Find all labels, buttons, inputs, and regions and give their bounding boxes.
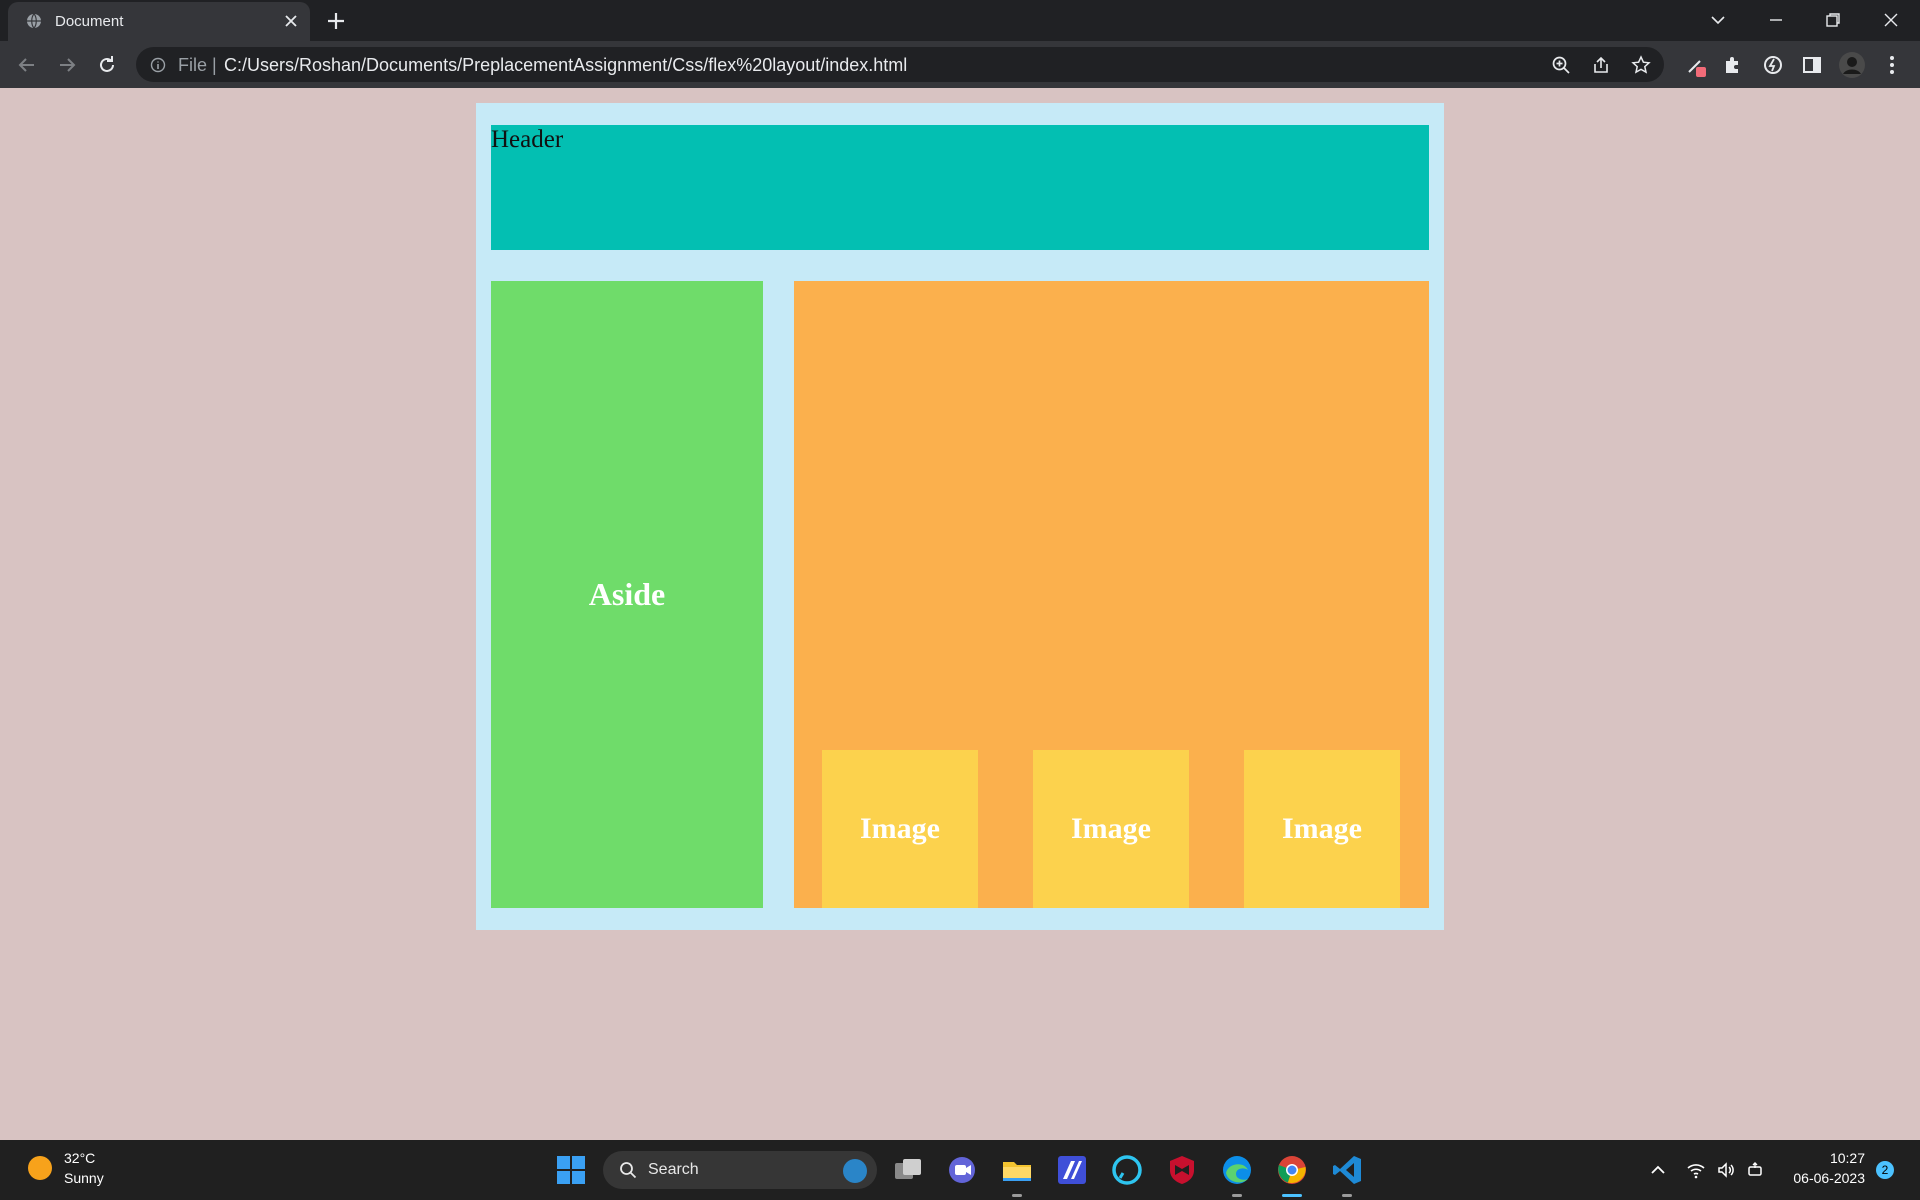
search-icon [620, 1162, 637, 1179]
clock-time[interactable]: 10:27 [1830, 1150, 1865, 1166]
bing-icon[interactable] [843, 1159, 867, 1183]
browser-toolbar: File | C:/Users/Roshan/Documents/Preplac… [0, 41, 1920, 88]
forward-icon[interactable] [55, 53, 79, 77]
image-tile-label: Image [860, 812, 940, 845]
vector-app-icon[interactable] [1055, 1153, 1089, 1187]
vscode-icon[interactable] [1330, 1153, 1364, 1187]
sun-icon[interactable] [28, 1156, 52, 1180]
menu-kebab-icon[interactable] [1880, 53, 1904, 77]
pen-extension-icon[interactable] [1684, 53, 1708, 77]
info-icon[interactable] [150, 57, 166, 73]
scheme-separator: | [212, 55, 217, 75]
address-bar[interactable]: File | C:/Users/Roshan/Documents/Preplac… [136, 47, 1664, 82]
share-icon[interactable] [1591, 55, 1611, 75]
taskbar-search[interactable]: Search [603, 1151, 877, 1189]
alexa-icon[interactable] [1110, 1153, 1144, 1187]
taskbar: 32°C Sunny Search 10:27 06-06-2023 2 [0, 1140, 1920, 1200]
close-window-icon[interactable] [1880, 9, 1902, 31]
restore-icon[interactable] [1822, 9, 1844, 31]
close-icon[interactable] [283, 13, 299, 29]
performance-icon[interactable] [1761, 53, 1785, 77]
tab-title: Document [55, 13, 124, 30]
zoom-icon[interactable] [1551, 55, 1571, 75]
wifi-icon[interactable] [1686, 1160, 1706, 1180]
weather-condition[interactable]: Sunny [64, 1170, 104, 1186]
aside-text: Aside [588, 576, 666, 612]
reload-icon[interactable] [95, 53, 119, 77]
profile-avatar[interactable] [1838, 51, 1866, 79]
header-text: Header [491, 126, 564, 153]
windows-start-icon[interactable] [556, 1155, 586, 1185]
image-tile: Image [822, 750, 978, 908]
globe-icon [27, 13, 41, 29]
weather-temp[interactable]: 32°C [64, 1150, 95, 1166]
mcafee-icon[interactable] [1165, 1153, 1199, 1187]
active-indicator [1282, 1194, 1302, 1197]
battery-icon[interactable] [1746, 1160, 1766, 1180]
back-icon[interactable] [15, 53, 39, 77]
image-tile-label: Image [1282, 812, 1362, 845]
task-view-icon[interactable] [891, 1153, 925, 1187]
volume-icon[interactable] [1716, 1160, 1736, 1180]
tab-strip: Document [0, 0, 1920, 41]
aside-panel: Aside [491, 281, 763, 908]
running-indicator [1232, 1194, 1242, 1197]
running-indicator [1012, 1194, 1022, 1197]
scheme-label: File [178, 55, 208, 75]
chat-icon[interactable] [945, 1153, 979, 1187]
browser-tab[interactable]: Document [8, 2, 310, 41]
bookmark-star-icon[interactable] [1631, 55, 1651, 75]
edge-icon[interactable] [1220, 1153, 1254, 1187]
clock-date[interactable]: 06-06-2023 [1793, 1170, 1865, 1186]
url-text[interactable]: C:/Users/Roshan/Documents/PreplacementAs… [224, 55, 907, 76]
chevron-up-icon[interactable] [1648, 1160, 1668, 1180]
notification-badge[interactable]: 2 [1876, 1161, 1894, 1179]
layout-container: Header Aside Image Image Image [476, 103, 1444, 930]
main-section: Image Image Image [794, 281, 1429, 908]
image-tile: Image [1244, 750, 1400, 908]
extensions-puzzle-icon[interactable] [1721, 53, 1745, 77]
running-indicator [1342, 1194, 1352, 1197]
file-explorer-icon[interactable] [1000, 1153, 1034, 1187]
search-label: Search [648, 1161, 699, 1178]
image-tile-label: Image [1071, 812, 1151, 845]
new-tab-icon[interactable] [326, 11, 346, 31]
chrome-icon[interactable] [1275, 1153, 1309, 1187]
minimize-icon[interactable] [1765, 9, 1787, 31]
image-tile: Image [1033, 750, 1189, 908]
page-header: Header [491, 125, 1429, 250]
side-panel-icon[interactable] [1800, 53, 1824, 77]
chevron-down-icon[interactable] [1707, 9, 1729, 31]
